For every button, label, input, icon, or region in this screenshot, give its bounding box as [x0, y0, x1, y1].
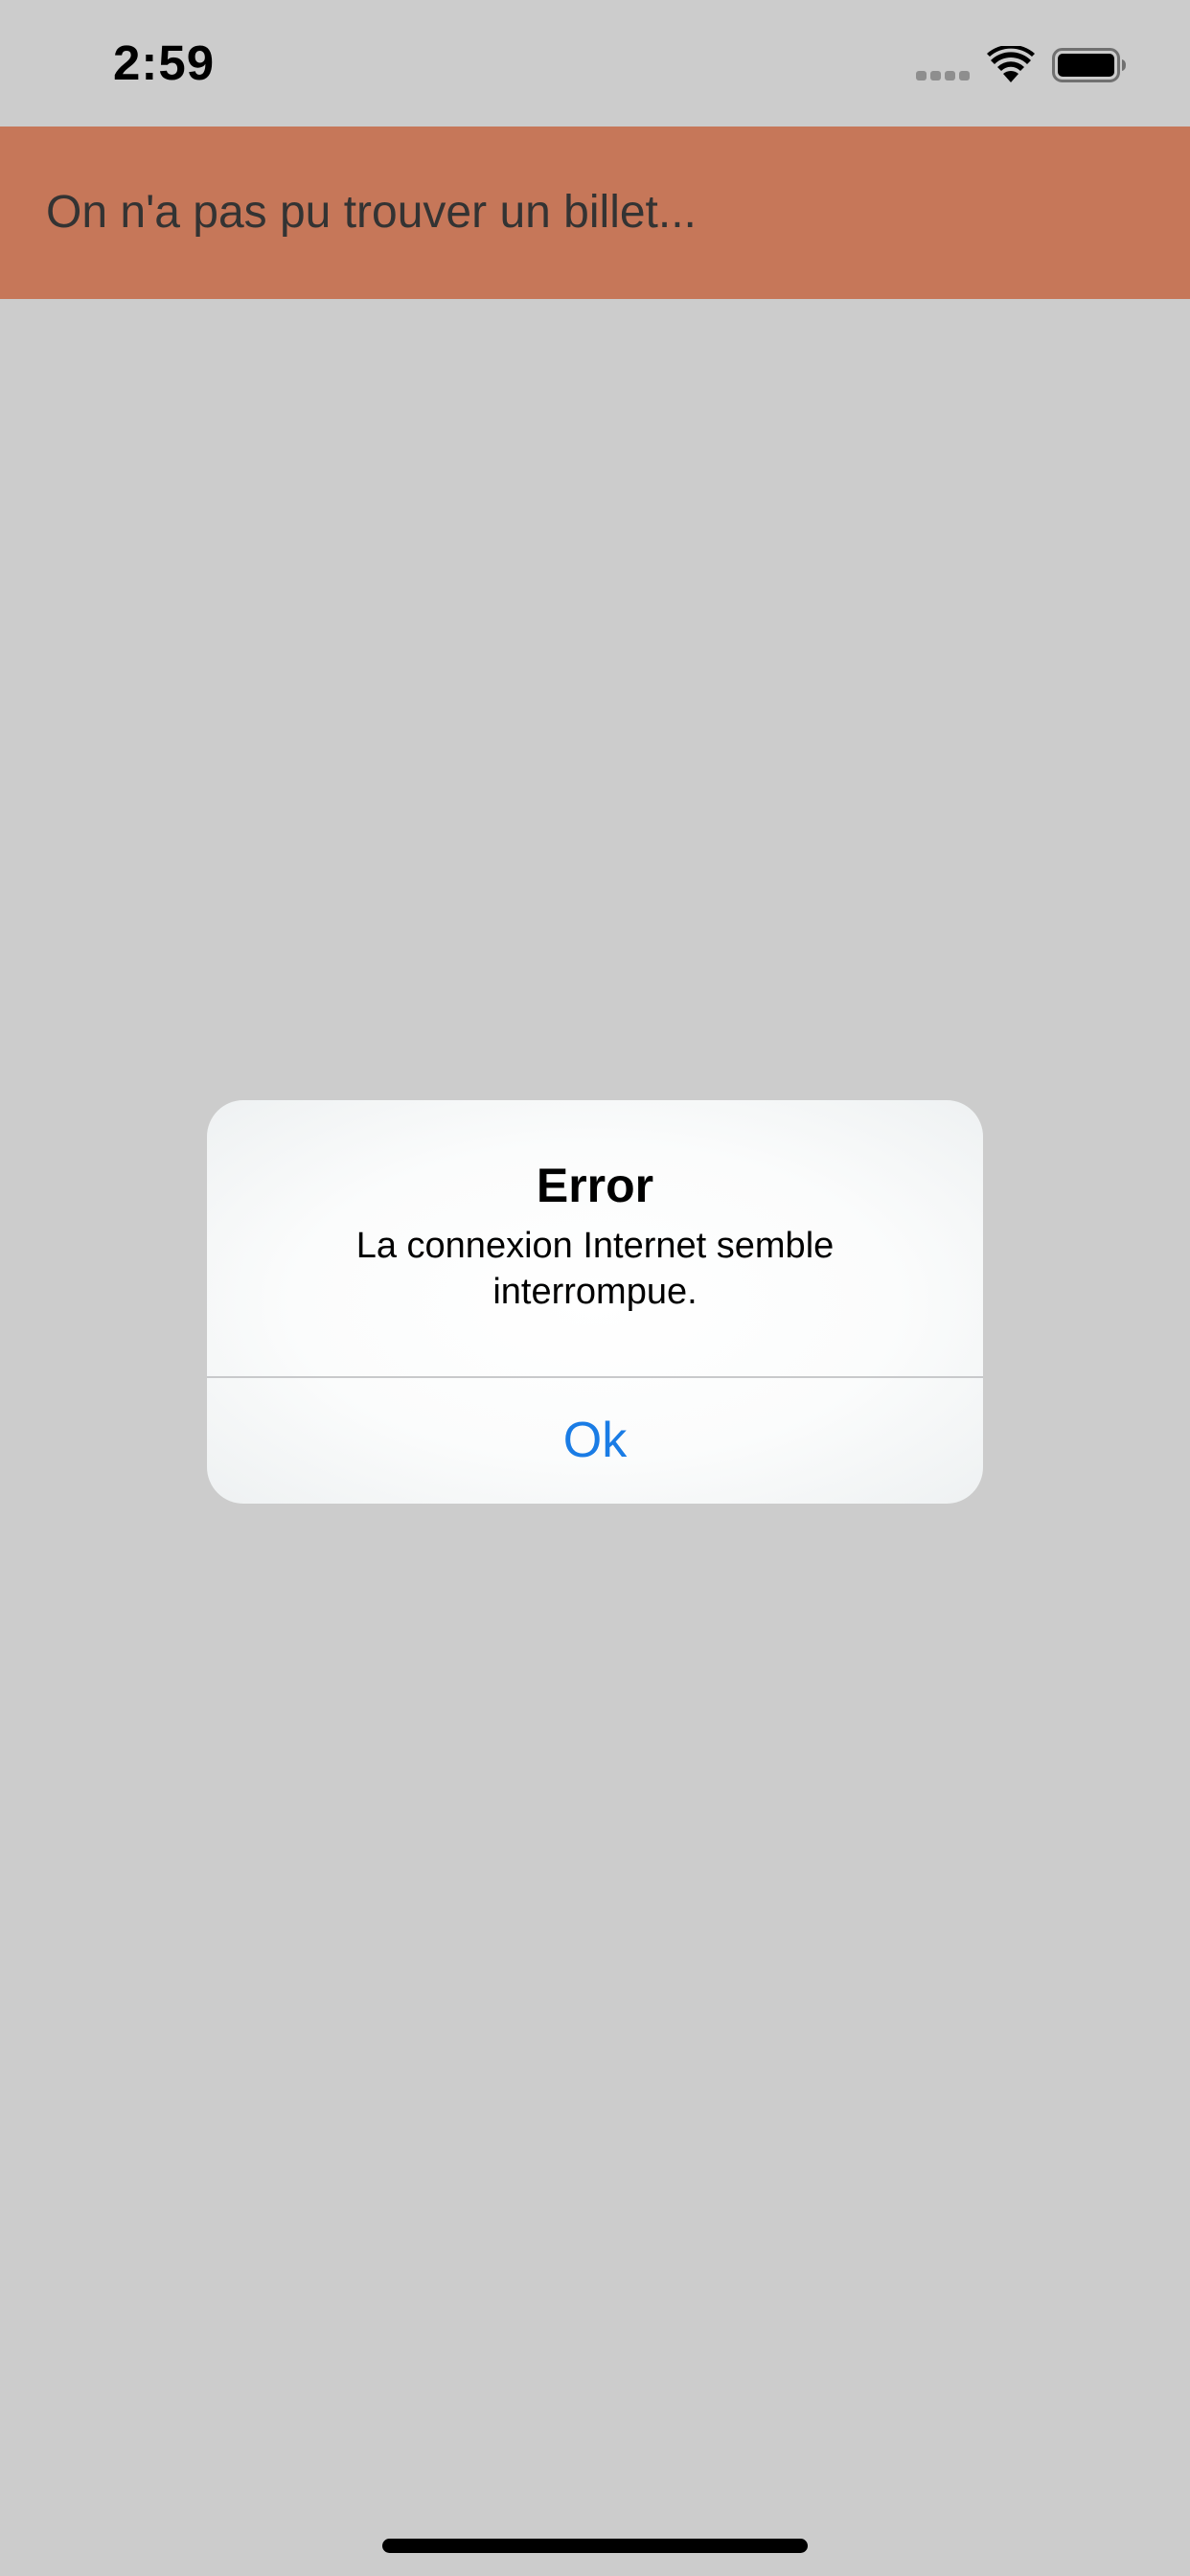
alert-message: La connexion Internet semble interrompue… [355, 1226, 835, 1312]
banner-text: On n'a pas pu trouver un billet... [46, 187, 697, 238]
battery-icon [1052, 48, 1126, 82]
status-banner: On n'a pas pu trouver un billet... [0, 126, 1190, 299]
alert-title: Error [536, 1159, 654, 1212]
status-time: 2:59 [113, 35, 216, 90]
wifi-icon [987, 46, 1035, 82]
signal-dots-icon [916, 71, 970, 80]
status-bar: 2:59 [0, 0, 1190, 126]
ok-button[interactable]: Ok [207, 1378, 983, 1504]
home-indicator[interactable] [382, 2539, 808, 2553]
error-alert-dialog: Error La connexion Internet semble inter… [207, 1100, 983, 1504]
